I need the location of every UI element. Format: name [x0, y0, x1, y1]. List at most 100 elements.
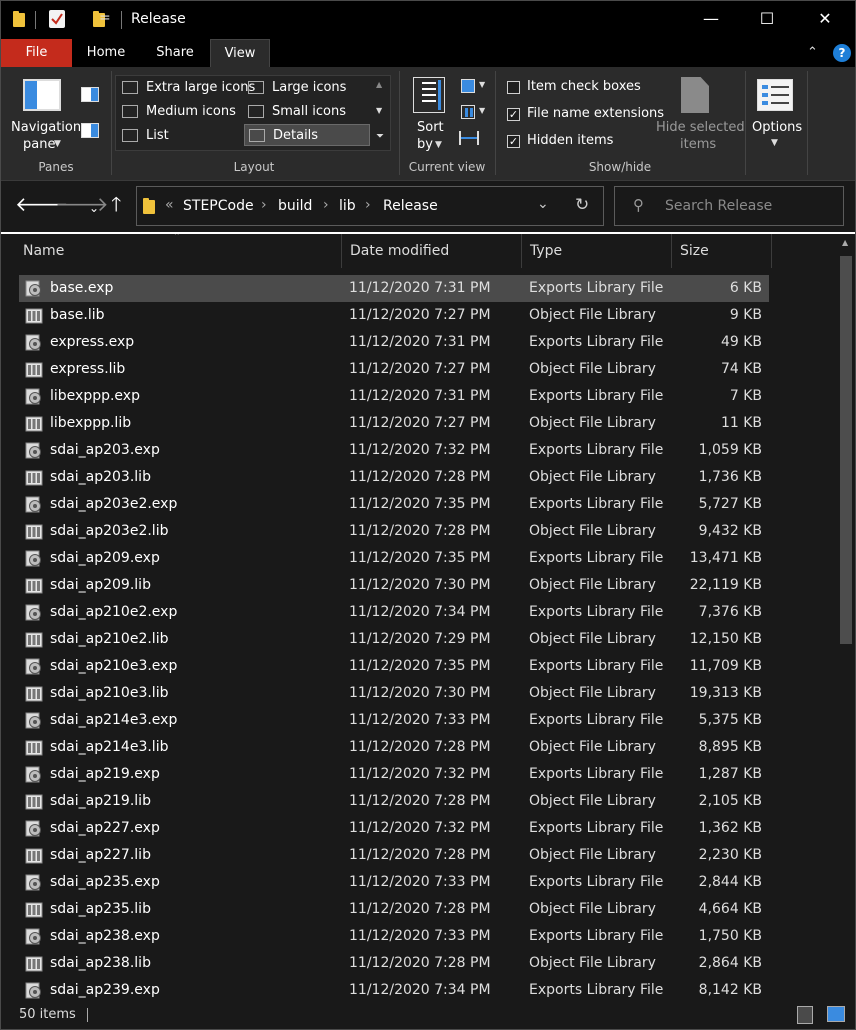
breadcrumb-stepcode[interactable]: STEPCode: [183, 198, 254, 214]
file-row[interactable]: base.lib 11/12/2020 7:27 PM Object File Li…: [19, 302, 769, 329]
file-row[interactable]: sdai_ap214e3.lib 11/12/2020 7:28 PM Object…: [19, 734, 769, 761]
file-name[interactable]: sdai_ap203.lib: [50, 464, 151, 491]
breadcrumb-separator[interactable]: ›: [323, 197, 329, 213]
file-name[interactable]: base.exp: [50, 275, 113, 302]
file-name[interactable]: sdai_ap210e3.lib: [50, 680, 168, 707]
details-pane-icon[interactable]: [81, 123, 99, 138]
file-name[interactable]: base.lib: [50, 302, 105, 329]
breadcrumb-lib[interactable]: lib: [339, 198, 356, 214]
layout-medium-icons[interactable]: Medium icons: [118, 101, 236, 123]
file-row[interactable]: sdai_ap210e3.lib 11/12/2020 7:30 PM Object…: [19, 680, 769, 707]
breadcrumb-separator[interactable]: ›: [365, 197, 371, 213]
file-row[interactable]: sdai_ap209.exp 11/12/2020 7:35 PM Exports …: [19, 545, 769, 572]
file-name[interactable]: sdai_ap238.lib: [50, 950, 151, 977]
file-name[interactable]: sdai_ap210e2.lib: [50, 626, 168, 653]
search-box[interactable]: ⚲ Search Release: [614, 186, 844, 226]
vertical-scrollbar[interactable]: ▲: [837, 234, 855, 1002]
navigation-pane-label-2[interactable]: pane: [23, 137, 55, 152]
address-bar[interactable]: « STEPCode › build › lib › Release ⌄ ↻: [136, 186, 604, 226]
address-dropdown-icon[interactable]: ⌄: [537, 196, 549, 212]
file-row[interactable]: sdai_ap203.lib 11/12/2020 7:28 PM Object F…: [19, 464, 769, 491]
file-row[interactable]: sdai_ap214e3.exp 11/12/2020 7:33 PM Export…: [19, 707, 769, 734]
file-name[interactable]: sdai_ap227.exp: [50, 815, 160, 842]
refresh-icon[interactable]: ↻: [575, 195, 589, 215]
file-row[interactable]: sdai_ap219.exp 11/12/2020 7:32 PM Exports …: [19, 761, 769, 788]
file-name[interactable]: sdai_ap203e2.lib: [50, 518, 168, 545]
sort-by-label[interactable]: Sort: [417, 120, 444, 135]
group-by-icon[interactable]: [461, 79, 475, 93]
file-row[interactable]: base.exp 11/12/2020 7:31 PM Exports Librar…: [19, 275, 769, 302]
file-row[interactable]: sdai_ap227.exp 11/12/2020 7:32 PM Exports …: [19, 815, 769, 842]
file-name[interactable]: sdai_ap219.lib: [50, 788, 151, 815]
tab-home[interactable]: Home: [77, 39, 135, 67]
file-name[interactable]: libexppp.lib: [50, 410, 131, 437]
file-row[interactable]: express.lib 11/12/2020 7:27 PM Object File…: [19, 356, 769, 383]
scrollbar-thumb[interactable]: [840, 256, 852, 644]
file-row[interactable]: sdai_ap203.exp 11/12/2020 7:32 PM Exports …: [19, 437, 769, 464]
file-row[interactable]: sdai_ap210e3.exp 11/12/2020 7:35 PM Export…: [19, 653, 769, 680]
size-columns-to-fit-icon[interactable]: [459, 131, 479, 145]
file-row[interactable]: sdai_ap238.exp 11/12/2020 7:33 PM Exports …: [19, 923, 769, 950]
layout-extra-large-icons[interactable]: Extra large icons: [118, 77, 255, 99]
file-row[interactable]: sdai_ap210e2.exp 11/12/2020 7:34 PM Export…: [19, 599, 769, 626]
file-name[interactable]: sdai_ap209.exp: [50, 545, 160, 572]
customize-quick-access-icon[interactable]: =: [99, 10, 111, 30]
search-input[interactable]: Search Release: [665, 198, 772, 214]
file-name[interactable]: sdai_ap238.exp: [50, 923, 160, 950]
help-icon[interactable]: ?: [833, 44, 851, 62]
column-header-type[interactable]: Type: [522, 234, 672, 268]
tab-view[interactable]: View: [210, 39, 270, 67]
file-row[interactable]: sdai_ap203e2.lib 11/12/2020 7:28 PM Object…: [19, 518, 769, 545]
file-name-extensions-checkbox[interactable]: ✓: [507, 108, 520, 121]
item-check-boxes-checkbox[interactable]: [507, 81, 520, 94]
layout-details[interactable]: Details: [244, 124, 370, 146]
file-row[interactable]: libexppp.lib 11/12/2020 7:27 PM Object Fil…: [19, 410, 769, 437]
hidden-items-checkbox[interactable]: ✓: [507, 135, 520, 148]
file-name[interactable]: sdai_ap210e2.exp: [50, 599, 177, 626]
breadcrumb-overflow[interactable]: «: [165, 197, 174, 213]
maximize-button[interactable]: ☐: [737, 1, 797, 39]
navigation-pane-label[interactable]: Navigation: [11, 120, 81, 135]
file-row[interactable]: sdai_ap238.lib 11/12/2020 7:28 PM Object F…: [19, 950, 769, 977]
file-name[interactable]: sdai_ap219.exp: [50, 761, 160, 788]
file-row[interactable]: sdai_ap235.lib 11/12/2020 7:28 PM Object F…: [19, 896, 769, 923]
file-name[interactable]: sdai_ap214e3.lib: [50, 734, 168, 761]
options-button[interactable]: Options: [752, 120, 802, 135]
file-name[interactable]: sdai_ap203e2.exp: [50, 491, 177, 518]
file-name[interactable]: sdai_ap227.lib: [50, 842, 151, 869]
close-button[interactable]: ✕: [795, 1, 855, 39]
file-name[interactable]: sdai_ap235.exp: [50, 869, 160, 896]
file-row[interactable]: sdai_ap227.lib 11/12/2020 7:28 PM Object F…: [19, 842, 769, 869]
layout-scroll-down-icon[interactable]: ▼: [376, 106, 382, 115]
file-name[interactable]: sdai_ap210e3.exp: [50, 653, 177, 680]
layout-scroll-up-icon[interactable]: ▲: [376, 80, 382, 89]
file-name[interactable]: express.lib: [50, 356, 125, 383]
collapse-ribbon-icon[interactable]: ⌃: [807, 45, 818, 60]
file-row[interactable]: sdai_ap210e2.lib 11/12/2020 7:29 PM Object…: [19, 626, 769, 653]
layout-list[interactable]: List: [118, 125, 169, 147]
tab-share[interactable]: Share: [145, 39, 205, 67]
forward-button[interactable]: 🡒: [55, 194, 109, 214]
file-row[interactable]: sdai_ap239.exp 11/12/2020 7:34 PM Exports …: [19, 977, 769, 1002]
file-row[interactable]: sdai_ap209.lib 11/12/2020 7:30 PM Object F…: [19, 572, 769, 599]
file-row[interactable]: libexppp.exp 11/12/2020 7:31 PM Exports Li…: [19, 383, 769, 410]
scroll-up-icon[interactable]: ▲: [842, 238, 848, 247]
recent-locations-button[interactable]: ⌄: [89, 198, 99, 218]
layout-small-icons[interactable]: Small icons: [244, 101, 346, 123]
layout-more-icon[interactable]: ⏷: [376, 131, 384, 142]
file-name[interactable]: sdai_ap235.lib: [50, 896, 151, 923]
column-header-name[interactable]: Name: [15, 234, 342, 268]
breadcrumb-separator[interactable]: ›: [261, 197, 267, 213]
column-header-size[interactable]: Size: [672, 234, 772, 268]
file-row[interactable]: sdai_ap235.exp 11/12/2020 7:33 PM Exports …: [19, 869, 769, 896]
file-name[interactable]: sdai_ap209.lib: [50, 572, 151, 599]
file-name[interactable]: express.exp: [50, 329, 134, 356]
column-header-date-modified[interactable]: Date modified: [342, 234, 522, 268]
preview-pane-icon[interactable]: [81, 87, 99, 102]
minimize-button[interactable]: —: [681, 1, 741, 39]
details-view-icon[interactable]: [797, 1006, 813, 1024]
file-row[interactable]: express.exp 11/12/2020 7:31 PM Exports Lib…: [19, 329, 769, 356]
breadcrumb-release[interactable]: Release: [383, 198, 438, 214]
breadcrumb-build[interactable]: build: [278, 198, 312, 214]
up-button[interactable]: 🡑: [111, 194, 121, 214]
